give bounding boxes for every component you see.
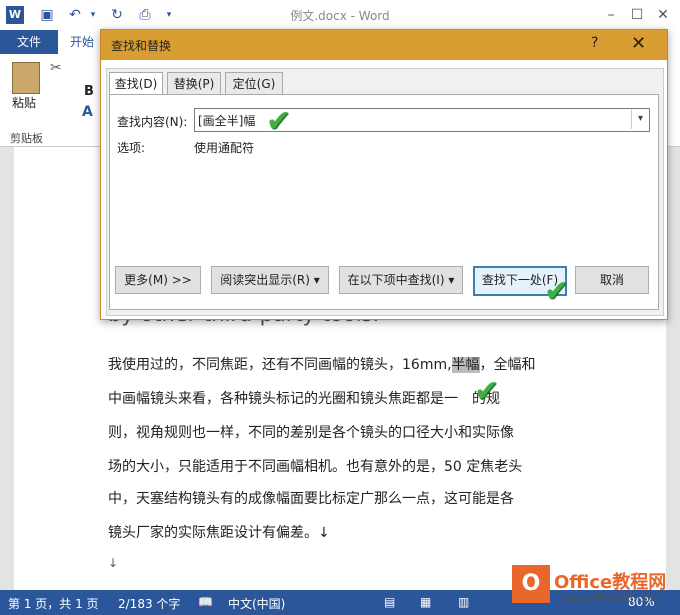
document-line: 镜头厂家的实际焦距设计有偏差。↓: [108, 525, 330, 541]
read-mode-icon[interactable]: ▤: [384, 595, 395, 609]
office-logo-icon: O: [512, 565, 550, 603]
maximize-icon[interactable]: ☐: [626, 4, 648, 26]
minimize-icon[interactable]: –: [600, 4, 622, 26]
bold-button[interactable]: B: [84, 84, 94, 99]
find-what-input[interactable]: [194, 108, 650, 132]
page-count[interactable]: 第 1 页，共 1 页: [8, 595, 99, 612]
cut-icon[interactable]: ✂: [50, 60, 62, 76]
dialog-title: 查找和替换: [111, 39, 172, 53]
check-icon: ✔: [266, 104, 292, 139]
tab-find[interactable]: 查找(D): [109, 72, 163, 96]
find-replace-dialog: 查找和替换 ? ✕ 查找(D) 替换(P) 定位(G) 查找内容(N): [画全…: [100, 29, 668, 320]
more-button[interactable]: 更多(M) >>: [115, 266, 201, 294]
reading-highlight-button[interactable]: 阅读突出显示(R) ▾: [211, 266, 329, 294]
customize-toolbar-icon[interactable]: ▾: [160, 6, 178, 24]
document-line: 中画幅镜头来看，各种镜头标记的光圈和镜头焦距都是一 的规: [108, 391, 500, 407]
undo-icon[interactable]: ↶: [66, 6, 84, 24]
options-value: 使用通配符: [194, 141, 255, 155]
search-highlight: 半幅: [451, 357, 480, 373]
find-what-value[interactable]: [画全半]幅: [198, 112, 255, 129]
document-line: 场的大小，只能适用于不同画幅相机。也有意外的是，50 定焦老头: [108, 459, 523, 475]
watermark-url: www.office26.com: [560, 592, 661, 605]
help-icon[interactable]: ?: [591, 35, 598, 51]
find-in-button[interactable]: 在以下项中查找(I) ▾: [339, 266, 463, 294]
chevron-down-icon[interactable]: ▾: [631, 109, 649, 129]
dialog-title-bar[interactable]: [101, 30, 667, 60]
document-line: 中，天塞结构镜头有的成像幅面要比标定广那么一点，这可能是各: [108, 491, 514, 507]
find-what-label: 查找内容(N):: [117, 115, 188, 129]
clipboard-group-label: 剪贴板: [10, 132, 43, 145]
web-layout-icon[interactable]: ▥: [458, 595, 469, 609]
paste-icon[interactable]: [12, 62, 40, 94]
redo-icon[interactable]: ↻: [108, 6, 126, 24]
print-preview-icon[interactable]: ⎙: [136, 6, 154, 24]
word-icon: W: [6, 6, 24, 24]
text-effects-icon[interactable]: A: [82, 104, 93, 120]
print-layout-icon[interactable]: ▦: [420, 595, 431, 609]
document-line: 则，视角规则也一样，不同的差别是各个镜头的口径大小和实际像: [108, 425, 514, 441]
paste-label[interactable]: 粘贴: [12, 94, 36, 111]
cancel-button[interactable]: 取消: [575, 266, 649, 294]
undo-dropdown-icon[interactable]: ▾: [84, 6, 102, 24]
tab-goto[interactable]: 定位(G): [225, 72, 283, 96]
title-bar: W ▣ ↶ ▾ ↻ ⎙ ▾ 例文.docx - Word – ☐ ✕: [0, 0, 680, 31]
paragraph-mark: ↓: [108, 556, 119, 570]
close-icon[interactable]: ✕: [631, 33, 646, 54]
window-title: 例文.docx - Word: [290, 9, 390, 23]
save-icon[interactable]: ▣: [38, 6, 56, 24]
proofing-icon[interactable]: 📖: [198, 595, 213, 609]
tab-replace[interactable]: 替换(P): [167, 72, 221, 96]
watermark-name: Office教程网: [554, 572, 667, 593]
word-count[interactable]: 2/183 个字: [118, 595, 180, 612]
tab-file[interactable]: 文件: [0, 30, 58, 54]
close-window-icon[interactable]: ✕: [652, 4, 674, 26]
check-icon: ✔: [474, 374, 500, 409]
options-label: 选项:: [117, 141, 146, 155]
check-icon: ✔: [544, 274, 570, 309]
document-line: 我使用过的，不同焦距，还有不同画幅的镜头，16mm,半幅，全幅和: [108, 357, 536, 373]
language-indicator[interactable]: 中文(中国): [228, 595, 285, 612]
